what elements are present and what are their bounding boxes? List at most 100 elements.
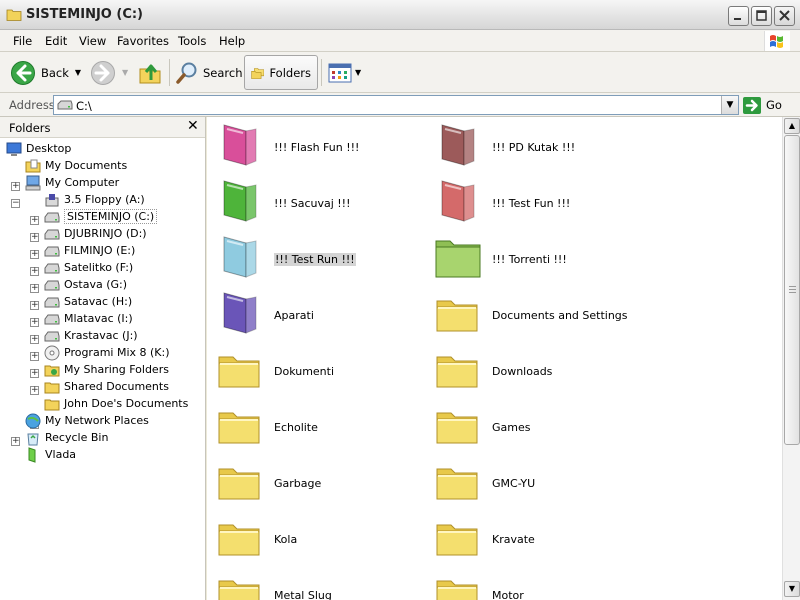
views-dropdown-icon[interactable]: ▼ [355, 68, 361, 77]
folder-item[interactable]: !!! Flash Fun !!! [216, 121, 426, 171]
tree-item-recycle-bin[interactable]: Recycle Bin [25, 429, 108, 446]
collapse-icon[interactable]: − [11, 199, 20, 208]
folder-icon [436, 468, 478, 500]
folder-name: Downloads [492, 365, 553, 378]
scroll-up-icon[interactable]: ▲ [784, 118, 800, 134]
folder-item[interactable]: GMC-YU [434, 457, 644, 507]
drive-icon [44, 263, 60, 273]
views-button[interactable]: ▼ [328, 55, 361, 90]
tree-item-drive-k[interactable]: Programi Mix 8 (K:) [44, 344, 170, 361]
folder-item[interactable]: Kola [216, 513, 426, 563]
menu-file[interactable]: File [13, 34, 32, 48]
address-dropdown-icon[interactable]: ▼ [721, 96, 738, 114]
scroll-down-icon[interactable]: ▼ [784, 581, 800, 597]
folder-icon [223, 180, 257, 222]
folder-name: !!! PD Kutak !!! [492, 141, 576, 154]
menu-view[interactable]: View [79, 34, 106, 48]
tree-label: Programi Mix 8 (K:) [64, 346, 170, 359]
folder-item[interactable]: Metal Slug [216, 569, 426, 600]
tree-item-sharing-folders[interactable]: My Sharing Folders [44, 361, 169, 378]
tree-item-floppy[interactable]: 3.5 Floppy (A:) [44, 191, 145, 208]
close-button[interactable] [774, 6, 795, 26]
folder-item[interactable]: Games [434, 401, 644, 451]
back-arrow-icon [11, 60, 35, 85]
forward-button[interactable]: ▼ [90, 55, 128, 90]
tree-item-drive-c[interactable]: SISTEMINJO (C:) [44, 208, 158, 225]
tree-item-drive-e[interactable]: FILMINJO (E:) [44, 242, 135, 259]
folder-item[interactable]: Garbage [216, 457, 426, 507]
menu-tools[interactable]: Tools [178, 34, 206, 48]
tree-item-desktop[interactable]: Desktop [6, 140, 71, 157]
folder-item[interactable]: Documents and Settings [434, 289, 644, 339]
tree-item-drive-h[interactable]: Satavac (H:) [44, 293, 132, 310]
expand-icon[interactable]: + [11, 182, 20, 191]
tree-item-john-doe-documents[interactable]: John Doe's Documents [44, 395, 188, 412]
folder-icon [436, 412, 478, 444]
folder-item[interactable]: Aparati [216, 289, 426, 339]
folder-item[interactable]: Motor [434, 569, 644, 600]
folder-name: Aparati [274, 309, 314, 322]
forward-dropdown-icon[interactable]: ▼ [122, 68, 128, 77]
drive-icon [44, 331, 60, 341]
scrollbar-thumb[interactable] [784, 135, 800, 445]
recycle-bin-icon [27, 433, 39, 445]
folder-item[interactable]: Kravate [434, 513, 644, 563]
grip-line [789, 292, 796, 293]
up-folder-button[interactable] [138, 55, 162, 90]
maximize-button[interactable] [751, 6, 772, 26]
expand-icon[interactable]: + [30, 233, 39, 242]
folder-icon [218, 468, 260, 500]
tree-item-my-documents[interactable]: My Documents [25, 157, 127, 174]
folder-item[interactable]: !!! Torrenti !!! [434, 233, 644, 283]
search-button[interactable]: Search [175, 55, 243, 90]
expand-icon[interactable]: + [11, 437, 20, 446]
minimize-button[interactable] [728, 6, 749, 26]
folders-pane: Folders ✕ Desktop + My Documents − My Co… [0, 117, 206, 600]
folder-icon [436, 300, 478, 332]
cd-drive-icon [44, 345, 60, 360]
back-dropdown-icon[interactable]: ▼ [75, 68, 81, 77]
folder-icon [218, 580, 260, 600]
expand-icon[interactable]: + [30, 301, 39, 310]
folder-item[interactable]: Echolite [216, 401, 426, 451]
expand-icon[interactable]: + [30, 386, 39, 395]
tree-item-drive-i[interactable]: Mlatavac (I:) [44, 310, 133, 327]
tree-item-drive-j[interactable]: Krastavac (J:) [44, 327, 138, 344]
tree-item-drive-g[interactable]: Ostava (G:) [44, 276, 127, 293]
expand-icon[interactable]: + [30, 267, 39, 276]
expand-icon[interactable]: + [30, 352, 39, 361]
folder-item[interactable]: Dokumenti [216, 345, 426, 395]
folder-item[interactable]: Downloads [434, 345, 644, 395]
expand-icon[interactable]: + [30, 318, 39, 327]
menu-edit[interactable]: Edit [45, 34, 67, 48]
grip-line [789, 286, 796, 287]
expand-icon[interactable]: + [30, 335, 39, 344]
tree-item-drive-f[interactable]: Satelitko (F:) [44, 259, 133, 276]
go-button[interactable]: Go [743, 96, 782, 114]
menu-bar: File Edit View Favorites Tools Help [0, 30, 800, 52]
expand-icon[interactable]: + [30, 216, 39, 225]
tree-item-vlada[interactable]: Vlada [25, 446, 76, 463]
folder-item[interactable]: !!! Test Fun !!! [434, 177, 644, 227]
title-bar[interactable]: SISTEMINJO (C:) [0, 0, 800, 30]
vertical-scrollbar[interactable]: ▲ ▼ [782, 117, 800, 600]
folder-item[interactable]: !!! Sacuvaj !!! [216, 177, 426, 227]
expand-icon[interactable]: + [30, 284, 39, 293]
views-grid-icon [328, 63, 352, 82]
tree-item-drive-d[interactable]: DJUBRINJO (D:) [44, 225, 147, 242]
tree-label: Vlada [45, 448, 77, 461]
folder-item[interactable]: !!! PD Kutak !!! [434, 121, 644, 171]
menu-favorites[interactable]: Favorites [117, 34, 169, 48]
tree-item-my-computer[interactable]: My Computer [25, 174, 119, 191]
expand-icon[interactable]: + [30, 250, 39, 259]
address-input[interactable]: C:\ ▼ [53, 95, 739, 115]
folders-pane-header: Folders ✕ [0, 117, 205, 138]
folder-item[interactable]: !!! Test Run !!! [216, 233, 426, 283]
close-pane-icon[interactable]: ✕ [187, 118, 199, 134]
back-button[interactable]: Back ▼ [10, 55, 81, 90]
expand-icon[interactable]: + [30, 369, 39, 378]
folders-button[interactable]: Folders [244, 55, 318, 90]
tree-item-shared-documents[interactable]: Shared Documents [44, 378, 169, 395]
menu-help[interactable]: Help [219, 34, 245, 48]
tree-item-network-places[interactable]: My Network Places [25, 412, 149, 429]
